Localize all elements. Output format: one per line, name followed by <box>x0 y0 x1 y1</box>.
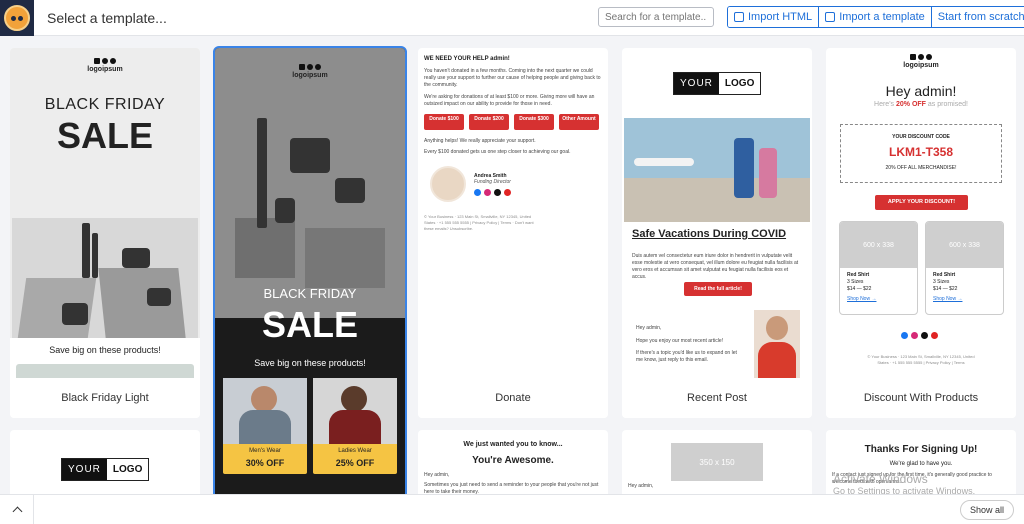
instagram-icon <box>484 188 491 196</box>
subtitle: Here's 20% OFF as promised! <box>874 101 968 108</box>
category-tile: Men's Wear 30% OFF <box>223 378 307 474</box>
preview-heading: BLACK FRIDAY <box>263 286 357 301</box>
import-html-button[interactable]: Import HTML <box>728 7 820 27</box>
facebook-icon <box>474 188 481 196</box>
discount-code-box: YOUR DISCOUNT CODE LKM1-T358 20% OFF ALL… <box>840 124 1002 183</box>
template-card[interactable]: We just wanted you to know... You're Awe… <box>418 430 608 494</box>
social-icons <box>901 332 938 339</box>
post-title: Safe Vacations During COVID <box>632 228 787 240</box>
chevron-up-icon[interactable] <box>12 506 23 517</box>
template-preview: WE NEED YOUR HELP admin! You haven't don… <box>424 56 602 231</box>
author-photo <box>754 310 800 378</box>
upload-icon <box>825 12 836 22</box>
preview-heading: BLACK FRIDAY <box>44 96 166 113</box>
start-scratch-button[interactable]: Start from scratch <box>931 7 1024 27</box>
youtube-icon <box>504 188 511 196</box>
youtube-icon <box>931 332 938 339</box>
preview-sale: SALE <box>56 115 153 156</box>
template-preview: logoipsum BLACK FRIDAY SALE Save big on … <box>10 48 200 378</box>
windows-activation-watermark: Activate Windows Go to Settings to activ… <box>833 472 976 496</box>
import-html-label: Import HTML <box>748 11 813 23</box>
html-file-icon <box>734 12 744 22</box>
category-tile: Ladies Wear 25% OFF <box>313 378 397 474</box>
logoipsum-logo: logoipsum <box>215 64 405 79</box>
greeting: Hey admin! <box>885 83 957 99</box>
template-preview: logoipsum BLACK FRIDAY SALE Save big on … <box>215 48 405 494</box>
show-all-button[interactable]: Show all <box>959 500 1014 520</box>
avatar <box>430 166 466 202</box>
your-logo: YOUR LOGO <box>673 72 762 95</box>
app-logo <box>0 0 34 36</box>
donate-buttons: Donate $100 Donate $200 Donate $300 Othe… <box>424 114 602 130</box>
x-icon <box>494 188 501 196</box>
signature: Andrea Smith Funding Director <box>430 166 602 202</box>
product-card: 600 x 338 Red Shirt 3 Sizes $14 — $22 Sh… <box>925 221 1004 315</box>
template-card-black-friday-dark[interactable]: logoipsum BLACK FRIDAY SALE Save big on … <box>213 46 407 496</box>
template-card-discount-products[interactable]: logoipsum Hey admin! Here's 20% OFF as p… <box>826 48 1016 418</box>
logoipsum-logo: logoipsum <box>10 58 200 73</box>
template-card[interactable]: YOUR LOGO <box>10 430 200 494</box>
template-name: Recent Post <box>622 378 812 418</box>
instagram-icon <box>911 332 918 339</box>
product-photo <box>12 218 198 338</box>
social-icons <box>474 188 511 196</box>
template-preview: logoipsum Hey admin! Here's 20% OFF as p… <box>826 48 1016 378</box>
import-template-label: Import a template <box>839 11 925 23</box>
start-scratch-label: Start from scratch <box>937 11 1024 23</box>
read-article-button: Read the full article! <box>684 282 752 296</box>
template-card[interactable]: 350 x 150 Hey admin, <box>622 430 812 494</box>
your-logo: YOUR LOGO <box>61 458 150 481</box>
template-name: Donate <box>418 378 608 418</box>
preview-caption: Save big on these products! <box>254 358 366 368</box>
template-name: Discount With Products <box>826 378 1016 418</box>
preview-sale: SALE <box>261 304 358 345</box>
product-photo <box>235 118 385 288</box>
facebook-icon <box>901 332 908 339</box>
apply-discount-button: APPLY YOUR DISCOUNT! <box>875 195 968 210</box>
template-name: Black Friday Light <box>10 378 200 418</box>
tiger-mascot-icon <box>4 4 30 31</box>
logoipsum-logo: logoipsum <box>826 54 1016 69</box>
template-card-donate[interactable]: WE NEED YOUR HELP admin! You haven't don… <box>418 48 608 418</box>
preview-caption: Save big on these products! <box>49 345 161 355</box>
import-template-button[interactable]: Import a template <box>819 7 932 27</box>
x-icon <box>921 332 928 339</box>
page-title: Select a template... <box>47 9 167 26</box>
hero-image <box>624 118 810 222</box>
top-bar: Select a template... Import HTML Import … <box>0 0 1024 36</box>
template-search-input[interactable] <box>598 7 714 27</box>
bottom-bar: Show all <box>0 494 1024 524</box>
template-card-black-friday-light[interactable]: logoipsum BLACK FRIDAY SALE Save big on … <box>10 48 200 418</box>
template-preview: YOUR LOGO Safe Vacations During COVID Du… <box>622 48 812 378</box>
action-button-group: Import HTML Import a template Start from… <box>727 6 1024 28</box>
product-card: 600 x 338 Red Shirt 3 Sizes $14 — $22 Sh… <box>839 221 918 315</box>
template-card-recent-post[interactable]: YOUR LOGO Safe Vacations During COVID Du… <box>622 48 812 418</box>
preview-heading: WE NEED YOUR HELP admin! <box>424 56 510 62</box>
